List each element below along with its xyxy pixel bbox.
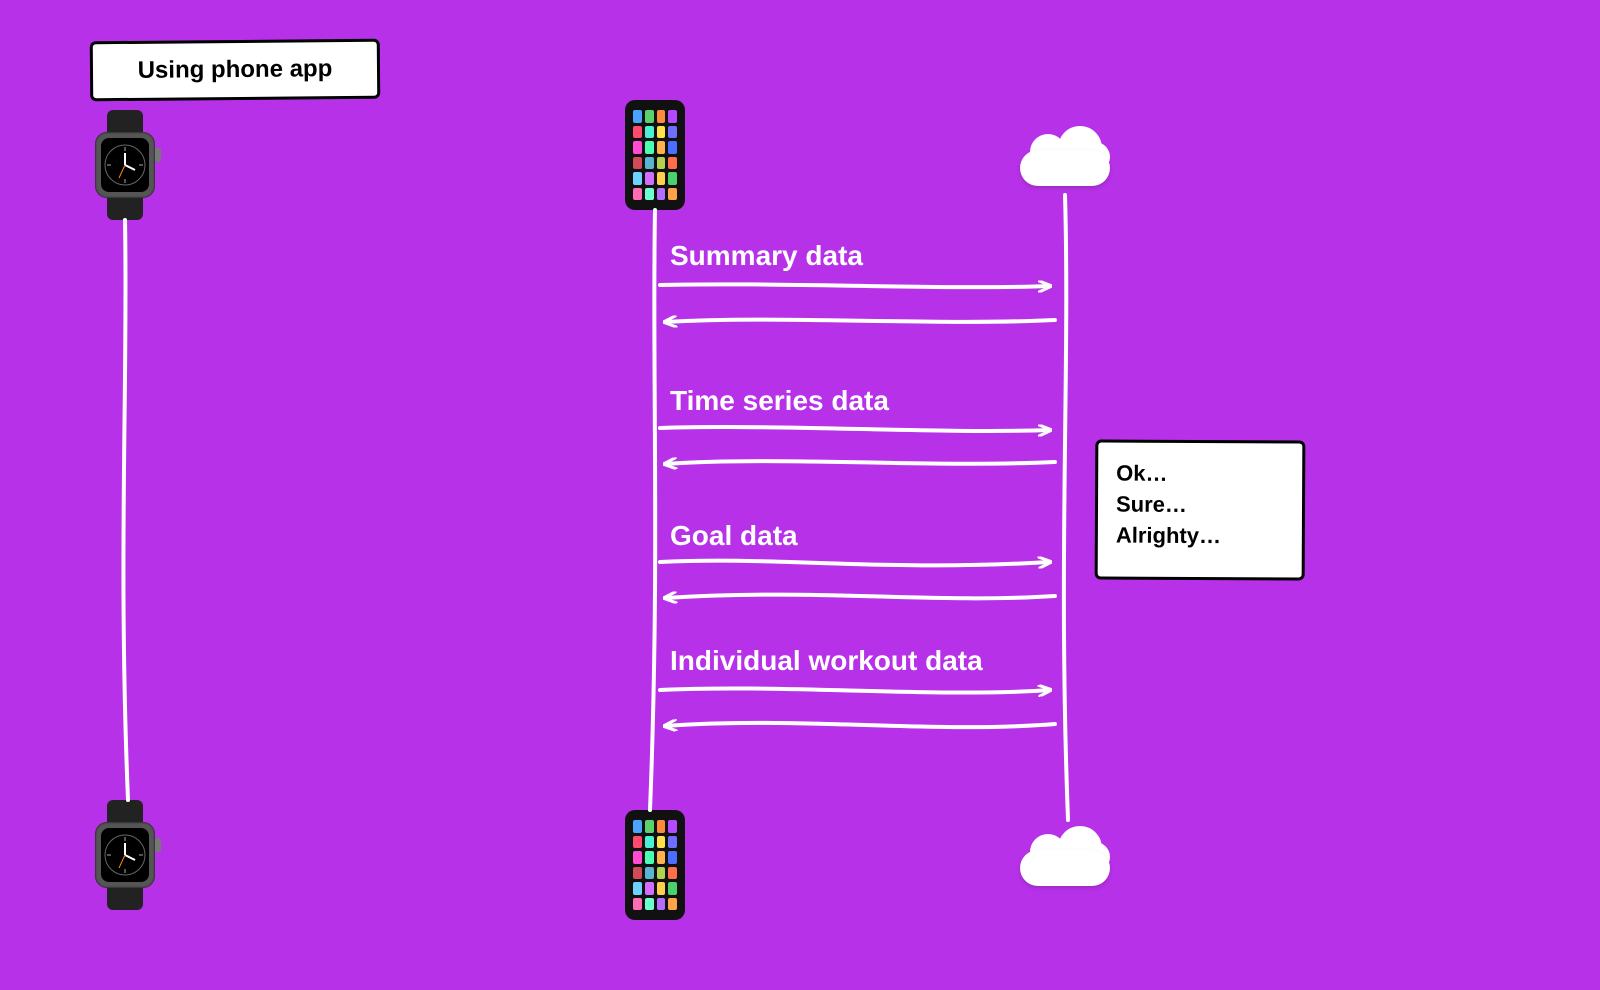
diagram-lines	[0, 0, 1600, 990]
phone-app-icon	[633, 898, 642, 911]
lifeline-phone	[650, 210, 655, 810]
phone-app-icon	[633, 867, 642, 880]
title-text: Using phone app	[138, 55, 333, 85]
watch-face	[101, 138, 149, 192]
arrow-summary-response	[665, 320, 1055, 322]
diagram-stage: Using phone app	[0, 0, 1600, 990]
phone-app-icon	[668, 172, 677, 185]
title-box: Using phone app	[90, 39, 381, 102]
lifeline-watch	[123, 220, 128, 800]
phone-app-icon	[657, 820, 666, 833]
phone-app-icon	[645, 126, 654, 139]
phone-app-icon	[657, 867, 666, 880]
phone-app-icon	[633, 836, 642, 849]
phone-app-icon	[657, 141, 666, 154]
watch-icon-bottom	[85, 800, 165, 910]
watch-dial-icon	[101, 138, 149, 192]
phone-app-icon	[668, 141, 677, 154]
response-line-1: Ok…	[1116, 459, 1284, 491]
response-line-2: Sure…	[1116, 489, 1284, 521]
phone-app-icon	[657, 836, 666, 849]
phone-app-icon	[645, 820, 654, 833]
phone-app-icon	[668, 836, 677, 849]
phone-app-icon	[668, 851, 677, 864]
phone-app-icon	[657, 851, 666, 864]
watch-crown	[155, 838, 161, 852]
arrow-workout-request	[660, 688, 1050, 692]
arrow-workout-response	[665, 723, 1055, 727]
phone-app-icon	[668, 882, 677, 895]
phone-app-icon	[657, 172, 666, 185]
phone-app-icon	[668, 898, 677, 911]
arrow-goal-request	[660, 561, 1050, 566]
cloud-body	[1020, 150, 1110, 186]
phone-app-icon	[645, 110, 654, 123]
phone-app-icon	[657, 157, 666, 170]
arrow-goal-response	[665, 595, 1055, 599]
phone-app-icon	[633, 882, 642, 895]
phone-app-icon	[657, 126, 666, 139]
phone-app-icon	[668, 157, 677, 170]
message-label-workout: Individual workout data	[670, 645, 983, 677]
phone-app-icon	[668, 126, 677, 139]
phone-app-icon	[633, 110, 642, 123]
watch-icon-top	[85, 110, 165, 220]
watch-dial-icon	[101, 828, 149, 882]
phone-app-icon	[645, 851, 654, 864]
phone-app-icon	[668, 188, 677, 201]
cloud-icon-bottom	[1010, 820, 1120, 890]
phone-app-icon	[657, 882, 666, 895]
cloud-body	[1020, 850, 1110, 886]
phone-app-icon	[633, 188, 642, 201]
phone-app-icon	[645, 882, 654, 895]
phone-app-icon	[668, 867, 677, 880]
phone-app-icon	[633, 172, 642, 185]
phone-app-icon	[657, 898, 666, 911]
watch-crown	[155, 148, 161, 162]
cloud-response-box: Ok… Sure… Alrighty…	[1095, 439, 1306, 580]
arrow-summary-request	[660, 284, 1050, 287]
arrow-timeseries-request	[660, 427, 1050, 431]
phone-app-icon	[645, 141, 654, 154]
arrow-timeseries-response	[665, 461, 1055, 464]
message-label-summary: Summary data	[670, 240, 863, 272]
phone-app-icon	[645, 836, 654, 849]
phone-app-icon	[668, 820, 677, 833]
phone-app-icon	[657, 110, 666, 123]
phone-icon-bottom	[625, 810, 685, 920]
watch-face	[101, 828, 149, 882]
cloud-icon-top	[1010, 120, 1120, 190]
phone-app-icon	[668, 110, 677, 123]
phone-app-icon	[633, 141, 642, 154]
lifeline-cloud	[1064, 195, 1068, 820]
phone-app-icon	[657, 188, 666, 201]
phone-app-icon	[633, 157, 642, 170]
phone-app-icon	[633, 820, 642, 833]
phone-app-icon	[645, 172, 654, 185]
phone-app-icon	[645, 867, 654, 880]
response-line-3: Alrighty…	[1116, 520, 1284, 552]
message-label-goal: Goal data	[670, 520, 798, 552]
phone-app-icon	[645, 157, 654, 170]
phone-app-icon	[645, 898, 654, 911]
phone-app-icon	[645, 188, 654, 201]
message-label-timeseries: Time series data	[670, 385, 889, 417]
phone-app-icon	[633, 851, 642, 864]
phone-app-icon	[633, 126, 642, 139]
phone-icon-top	[625, 100, 685, 210]
